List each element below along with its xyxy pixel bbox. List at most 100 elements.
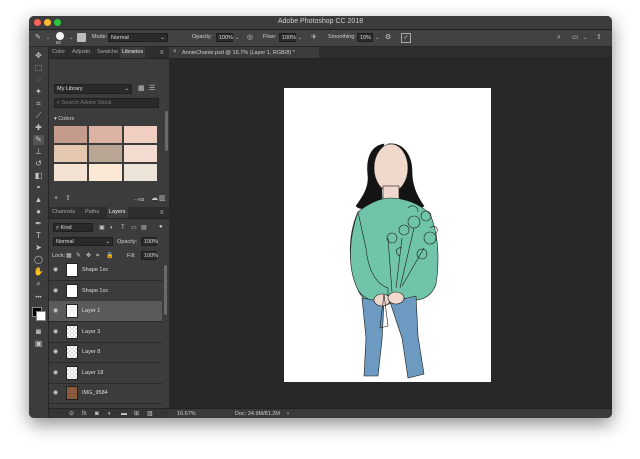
pressure-size-icon[interactable]: ✓ [401,33,411,43]
search-icon[interactable]: ⌕ [557,34,561,42]
tab-channels[interactable]: Channels [52,209,75,215]
new-layer-icon[interactable]: ⊞ [134,410,139,418]
visibility-eye-icon[interactable]: ◉ [53,307,58,314]
more-tools-icon[interactable]: ••• [33,293,44,303]
color-swatch[interactable] [89,145,122,162]
trash-icon[interactable]: ▥ [159,195,166,203]
canvas-area[interactable] [169,59,612,408]
color-swatch[interactable] [89,164,122,181]
document-tab[interactable]: × AnnieChanie.psd @ 16.7% (Layer 1, RGB/… [169,47,319,58]
lock-all-icon[interactable]: 🔒 [106,252,113,260]
layers-scrollbar[interactable] [164,265,167,315]
color-swatch[interactable] [89,126,122,143]
airbrush-icon[interactable]: ✈ [311,34,317,42]
gear-icon[interactable]: ⚙ [385,34,391,42]
type-filter-icon[interactable]: T [121,224,125,232]
move-tool-icon[interactable]: ✥ [33,51,44,61]
visibility-eye-icon[interactable]: ◉ [53,369,58,376]
tab-adjustments[interactable]: Adjustn [72,49,90,55]
colors-section-header[interactable]: ▾ Colors [54,116,74,122]
layer-row[interactable]: ◉ Layer 8 [49,342,162,363]
layer-row[interactable]: ◉ Shape 1xx [49,262,162,281]
healing-brush-tool-icon[interactable]: ✚ [33,123,44,133]
layer-style-icon[interactable]: fx [82,410,87,418]
cloud-icon[interactable]: ☁ [151,195,158,203]
type-tool-icon[interactable]: T [33,231,44,241]
tab-libraries[interactable]: Libraries [120,47,146,58]
brush-settings-icon[interactable] [77,33,86,42]
tab-layers[interactable]: Layers [107,207,128,218]
visibility-eye-icon[interactable]: ◉ [53,389,58,396]
visibility-eye-icon[interactable]: ◉ [53,328,58,335]
lock-artboard-icon[interactable]: ⌗ [96,252,99,260]
adjustment-filter-icon[interactable]: ◐ [110,224,114,232]
chevron-down-icon[interactable]: ⌄ [235,34,239,42]
smoothing-field[interactable]: 10% [357,33,373,42]
chevron-down-icon[interactable]: ⌄ [69,34,73,42]
eraser-tool-icon[interactable]: ◧ [33,171,44,181]
brush-tool-icon[interactable]: ✎ [33,135,44,145]
smart-object-filter-icon[interactable]: ▤ [141,224,147,232]
color-swatch[interactable] [54,145,87,162]
visibility-eye-icon[interactable]: ◉ [53,266,58,273]
lock-position-icon[interactable]: ✥ [86,252,91,260]
background-color-swatch[interactable] [36,311,46,321]
eyedropper-tool-icon[interactable]: ⟋ [33,111,44,121]
tab-paths[interactable]: Paths [85,209,99,215]
adjustment-layer-icon[interactable]: ◐ [108,410,112,418]
close-icon[interactable]: × [173,48,177,56]
chevron-down-icon[interactable]: ⌄ [375,34,379,42]
chevron-down-icon[interactable]: ⌄ [46,34,50,42]
upload-icon[interactable]: ⇧ [65,195,71,203]
visibility-eye-icon[interactable]: ◉ [53,287,58,294]
color-swatch[interactable] [54,126,87,143]
blend-mode-select[interactable]: Normal ⌄ [53,237,113,246]
shape-filter-icon[interactable]: ▭ [131,224,137,232]
zoom-readout[interactable]: 16.67% [177,411,196,417]
filter-toggle-icon[interactable]: ● [159,223,163,231]
screen-mode-icon[interactable]: ▣ [33,339,44,349]
layer-row[interactable]: ◉ Layer 3 [49,322,162,343]
chevron-down-icon[interactable]: ⌄ [583,34,587,42]
layer-row[interactable]: ◉Background🔒 [49,404,162,407]
lock-pixels-icon[interactable]: ✎ [76,252,81,260]
layer-row[interactable]: ◉ IMG_9584 [49,383,162,404]
zoom-tool-icon[interactable]: ⌕ [33,279,44,289]
share-icon[interactable]: ⇪ [596,34,602,42]
path-selection-tool-icon[interactable]: ➤ [33,243,44,253]
visibility-eye-icon[interactable]: ◉ [53,348,58,355]
marquee-tool-icon[interactable]: ⬚ [33,63,44,73]
color-swatch[interactable] [54,164,87,181]
quick-select-tool-icon[interactable]: ✦ [33,87,44,97]
layer-opacity-field[interactable]: 100% [141,237,158,246]
history-brush-tool-icon[interactable]: ↺ [33,159,44,169]
workspace-icon[interactable]: ▭ [572,34,579,42]
stock-search-input[interactable]: ⌕ Search Adobe Stock [54,98,159,108]
library-scrollbar[interactable] [165,111,168,151]
paint-bucket-tool-icon[interactable]: ◓ [33,183,44,193]
panel-menu-icon[interactable]: ≡ [160,209,164,217]
clone-stamp-tool-icon[interactable]: ⊥ [33,147,44,157]
list-view-icon[interactable]: ☰ [149,85,155,93]
chevron-down-icon[interactable]: ⌄ [298,34,302,42]
pen-tool-icon[interactable]: ✒ [33,219,44,229]
document-canvas[interactable] [284,88,491,382]
layer-row[interactable]: ◉ Layer 18 [49,363,162,384]
panel-menu-icon[interactable]: ≡ [160,49,164,57]
pressure-opacity-icon[interactable]: ◎ [247,34,253,42]
quick-mask-icon[interactable]: ◙ [33,327,44,337]
hand-tool-icon[interactable]: ✋ [33,267,44,277]
add-icon[interactable]: + [54,195,58,203]
brush-tool-icon[interactable]: ✎ [35,34,41,42]
fill-field[interactable]: 100% [141,251,158,260]
lock-transparency-icon[interactable]: ▦ [66,252,72,260]
chevron-right-icon[interactable]: › [287,410,289,418]
blur-tool-icon[interactable]: ▲ [33,195,44,205]
color-swatch[interactable] [124,164,157,181]
library-select[interactable]: My Library ⌄ [54,84,132,94]
mode-select[interactable]: Normal ⌄ [108,33,168,42]
tab-color[interactable]: Color [52,49,65,55]
pixel-filter-icon[interactable]: ▣ [99,224,105,232]
layer-filter-select[interactable]: ⌕ Kind [53,223,93,232]
tab-swatches[interactable]: Swatche [97,49,118,55]
